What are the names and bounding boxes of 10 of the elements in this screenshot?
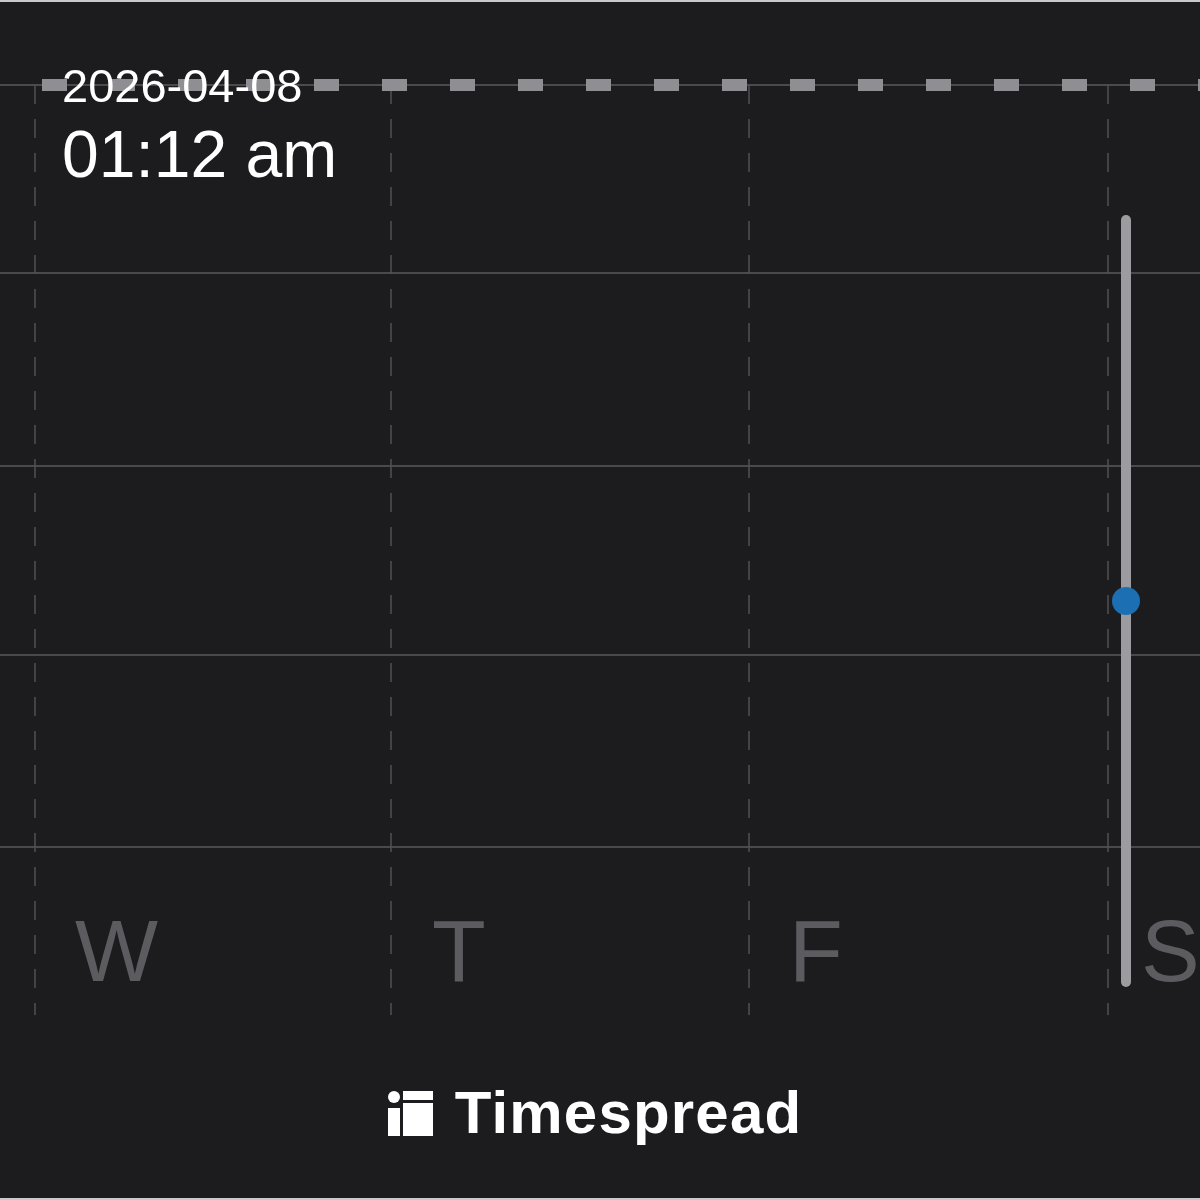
time-label: 01:12 am bbox=[62, 121, 338, 187]
weekday-label: W bbox=[75, 901, 159, 1000]
brand-name: Timespread bbox=[454, 1083, 803, 1143]
date-label: 2026-04-08 bbox=[62, 62, 303, 109]
weekday-label: S bbox=[1141, 901, 1200, 1000]
weekday-label: F bbox=[789, 901, 843, 1000]
time-slider[interactable] bbox=[1112, 215, 1140, 987]
logo-icon bbox=[387, 1090, 433, 1136]
slider-thumb[interactable] bbox=[1112, 587, 1140, 615]
weekday-label: T bbox=[432, 901, 486, 1000]
